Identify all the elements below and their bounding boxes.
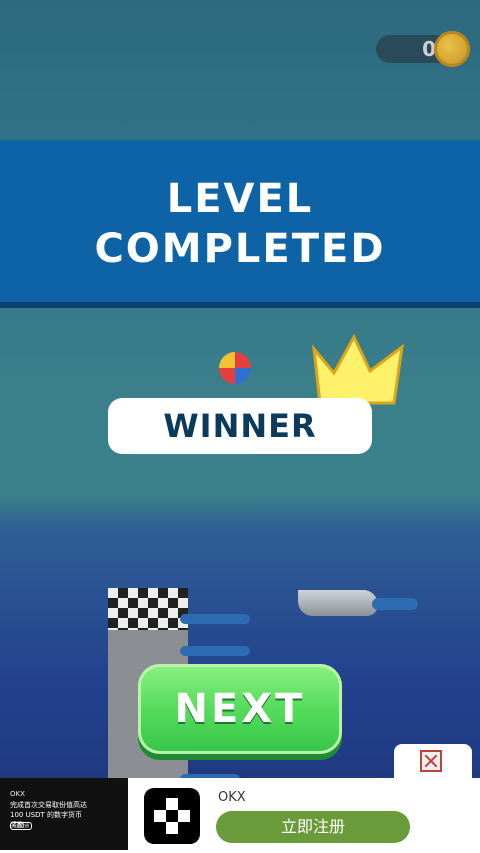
ad-image[interactable]: OKX 完成首次交易取份值高达 100 USDT 的数字货币 奖励 立即注册 [0, 778, 128, 850]
knife-blade [298, 590, 378, 616]
level-completed-title: LEVEL COMPLETED [94, 176, 386, 272]
coin-icon [434, 31, 470, 67]
stuck-knife [180, 646, 250, 656]
ad-image-brand: OKX [10, 790, 25, 798]
ad-image-cta: 立即注册 [10, 822, 32, 830]
game-scene: 0 LEVEL COMPLETED WINNER NEXT [0, 0, 480, 853]
close-icon[interactable] [420, 750, 442, 772]
tower-top [108, 588, 188, 630]
knife-handle [372, 598, 418, 610]
level-banner: LEVEL COMPLETED [0, 140, 480, 308]
next-button[interactable]: NEXT [138, 664, 342, 754]
ad-app-name: OKX [218, 790, 246, 805]
coin-count: 0 [422, 37, 436, 61]
winner-label: WINNER [163, 407, 317, 445]
ad-register-button[interactable]: 立即注册 [216, 811, 410, 843]
next-button-label: NEXT [174, 686, 306, 732]
okx-logo-grid [154, 798, 190, 834]
ball-icon [219, 352, 251, 384]
stuck-knife [180, 614, 250, 624]
crown-icon [311, 333, 404, 405]
